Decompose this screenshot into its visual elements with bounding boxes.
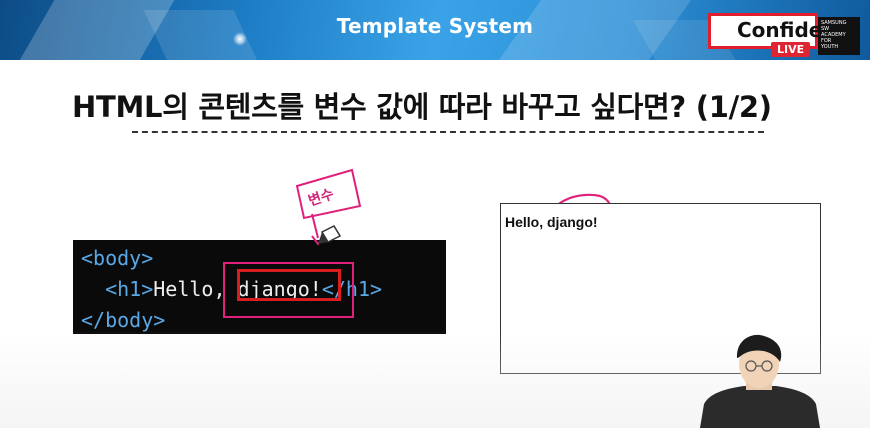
presenter-video	[700, 334, 820, 428]
pencil-cursor-icon	[318, 225, 342, 244]
preview-heading: Hello, django!	[505, 214, 598, 230]
